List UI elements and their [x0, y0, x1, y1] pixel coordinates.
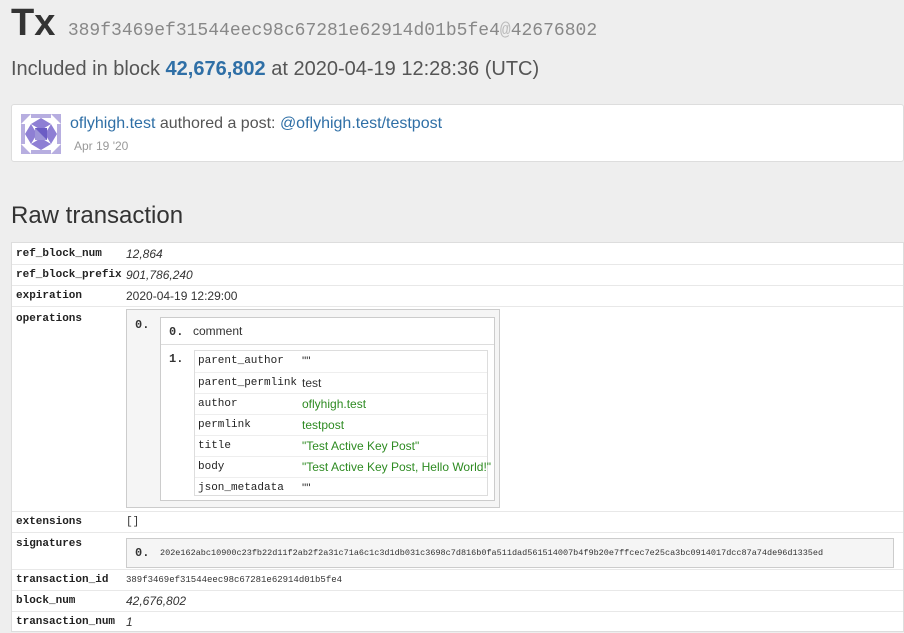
- signatures-box: 0. 202e162abc10900c23fb22d11f2ab2f2a31c7…: [126, 538, 894, 568]
- param-key: parent_author: [198, 355, 284, 367]
- field-key: ref_block_prefix: [16, 269, 122, 281]
- tx-header: Tx 389f3469ef31544eec98c67281e62914d01b5…: [11, 2, 597, 45]
- operation-index: 0.: [135, 318, 150, 332]
- section-title: Raw transaction: [11, 202, 184, 229]
- table-row: extensions []: [12, 511, 903, 532]
- operations-row: operations 0. 0. comment 1. parent_autho…: [12, 306, 903, 511]
- post-summary: oflyhigh.test authored a post: @oflyhigh…: [70, 115, 442, 133]
- signatures-row: signatures 0. 202e162abc10900c23fb22d11f…: [12, 532, 903, 569]
- param-key: author: [198, 398, 238, 410]
- table-row: block_num 42,676,802: [12, 590, 903, 611]
- table-row: expiration 2020-04-19 12:29:00: [12, 285, 903, 306]
- table-row: transaction_id 389f3469ef31544eec98c6728…: [12, 569, 903, 590]
- block-link[interactable]: 42,676,802: [166, 58, 266, 80]
- param-key: permlink: [198, 419, 251, 431]
- field-value: 2020-04-19 12:29:00: [126, 289, 238, 303]
- param-row: title "Test Active Key Post": [195, 435, 487, 457]
- param-row: body "Test Active Key Post, Hello World!…: [195, 456, 491, 478]
- field-key: expiration: [16, 290, 83, 302]
- post-link[interactable]: @oflyhigh.test/testpost: [280, 115, 442, 132]
- op-type: comment: [193, 324, 243, 338]
- tx-hash-at: @: [499, 21, 511, 41]
- param-row: json_metadata "": [195, 477, 487, 499]
- field-key: transaction_num: [16, 616, 116, 628]
- field-key: signatures: [16, 538, 83, 550]
- param-row: parent_permlink test: [195, 372, 487, 394]
- included-datetime: 2020-04-19 12:28:36 (UTC): [293, 58, 540, 80]
- param-key: parent_permlink: [198, 377, 298, 389]
- signature-value: 202e162abc10900c23fb22d11f2ab2f2a31c71a6…: [160, 548, 824, 558]
- op-type-index: 0.: [169, 325, 184, 339]
- field-key: block_num: [16, 595, 76, 607]
- field-key: transaction_id: [16, 574, 109, 586]
- field-key: ref_block_num: [16, 248, 102, 260]
- field-value: 12,864: [126, 247, 163, 261]
- operation-box: 0. comment 1. parent_author "" parent_pe…: [160, 317, 495, 501]
- param-value: "Test Active Key Post": [302, 439, 420, 453]
- tx-hash-value: 389f3469ef31544eec98c67281e62914d01b5fe4: [67, 21, 500, 41]
- field-key: operations: [16, 313, 83, 325]
- tx-hash: 389f3469ef31544eec98c67281e62914d01b5fe4…: [68, 21, 597, 41]
- post-date: Apr 19 '20: [74, 139, 129, 153]
- field-value: []: [126, 516, 140, 528]
- param-row: parent_author "": [195, 351, 487, 372]
- param-value: "": [302, 481, 311, 495]
- param-key: title: [198, 440, 232, 452]
- post-action: authored a post:: [159, 115, 276, 132]
- table-row: transaction_num 1: [12, 611, 903, 632]
- param-row: author oflyhigh.test: [195, 393, 487, 415]
- param-key: body: [198, 461, 225, 473]
- identicon-avatar[interactable]: [21, 114, 61, 154]
- param-row: permlink testpost: [195, 414, 487, 436]
- tx-block-ref: 42676802: [510, 21, 598, 41]
- op-params-table: parent_author "" parent_permlink test au…: [194, 350, 491, 499]
- field-value: 42,676,802: [126, 594, 187, 608]
- author-link[interactable]: oflyhigh.test: [70, 115, 155, 132]
- field-value: 389f3469ef31544eec98c67281e62914d01b5fe4: [126, 575, 343, 585]
- table-row: ref_block_num 12,864: [12, 243, 903, 264]
- page-title: Tx: [11, 2, 56, 44]
- field-value: 1: [126, 615, 133, 629]
- field-key: extensions: [16, 516, 83, 528]
- table-row: ref_block_prefix 901,786,240: [12, 264, 903, 285]
- raw-transaction-table: ref_block_num 12,864 ref_block_prefix 90…: [11, 242, 904, 632]
- operations-box: 0. 0. comment 1. parent_author "" parent…: [126, 309, 500, 508]
- signature-index: 0.: [135, 546, 150, 560]
- included-prefix: Included in block: [11, 58, 160, 80]
- divider: [161, 344, 494, 345]
- param-value: oflyhigh.test: [302, 397, 367, 411]
- included-in-block: Included in block 42,676,802 at 2020-04-…: [11, 58, 539, 81]
- included-at: at: [271, 58, 288, 80]
- post-card: oflyhigh.test authored a post: @oflyhigh…: [11, 104, 904, 162]
- param-key: json_metadata: [198, 482, 284, 494]
- field-value: 901,786,240: [126, 268, 193, 282]
- param-value: "": [302, 354, 311, 368]
- param-value: test: [302, 376, 322, 390]
- op-params-index: 1.: [169, 352, 184, 366]
- param-value: "Test Active Key Post, Hello World!": [302, 460, 492, 474]
- param-value: testpost: [302, 418, 345, 432]
